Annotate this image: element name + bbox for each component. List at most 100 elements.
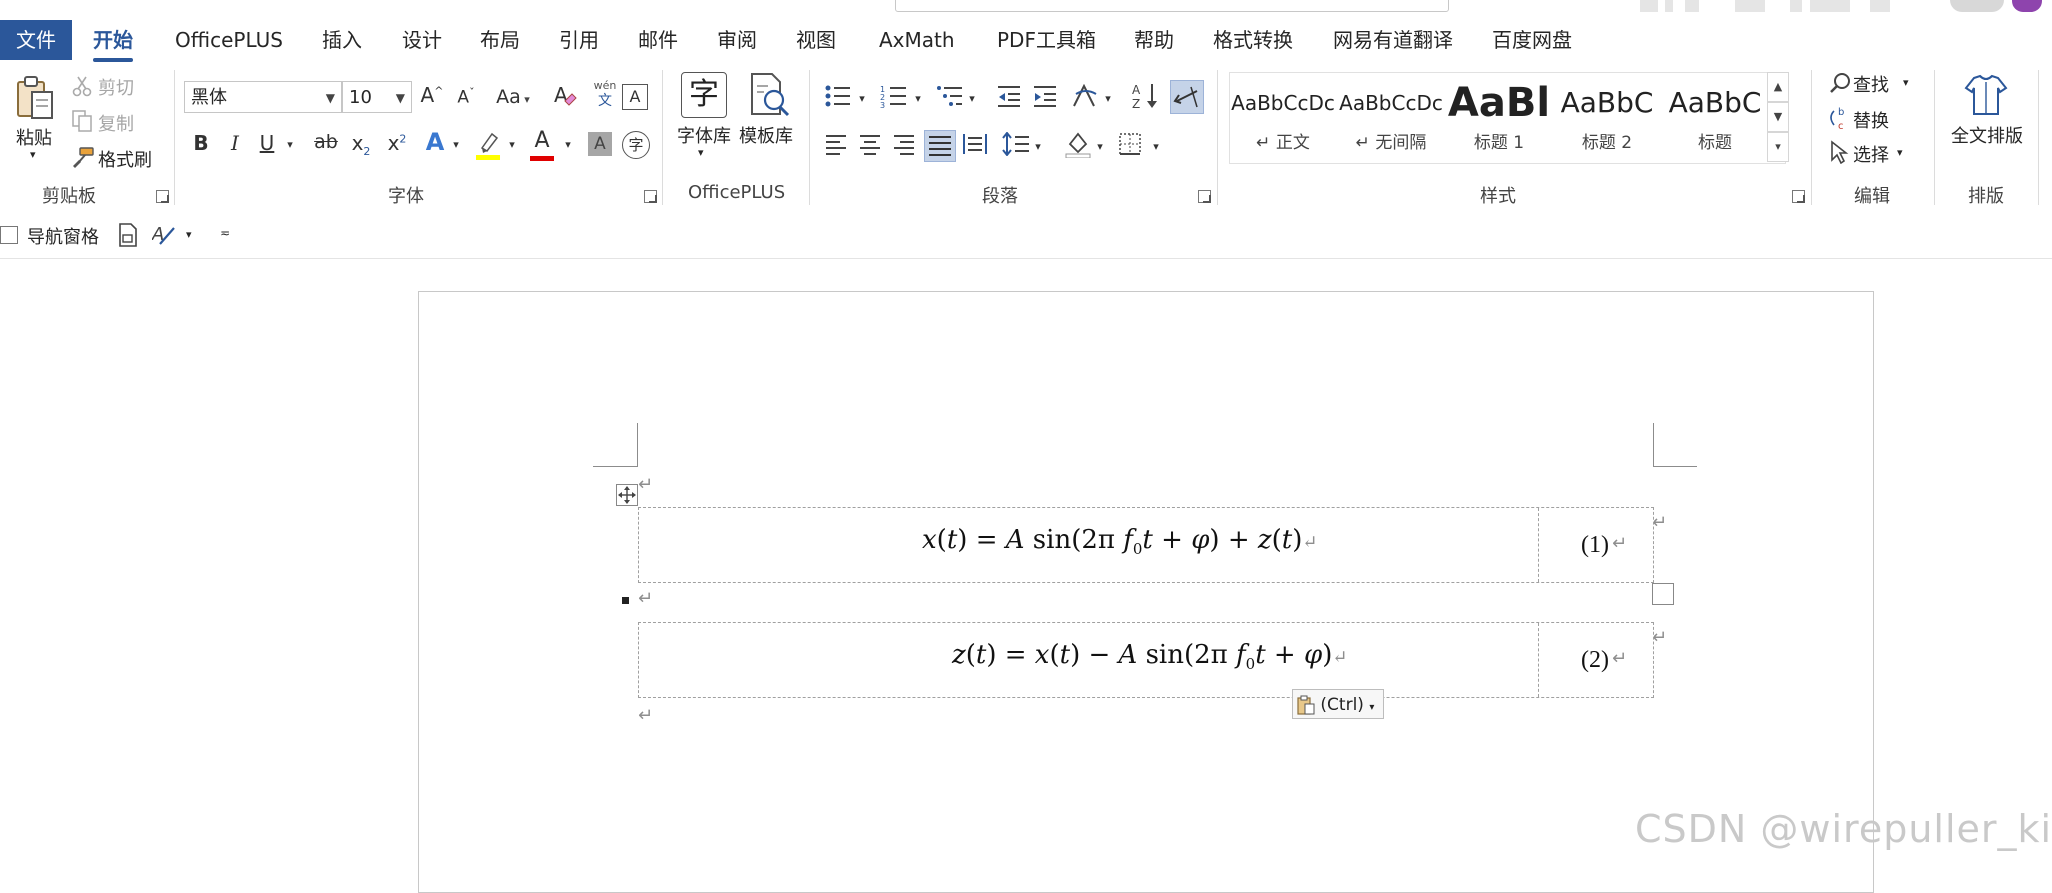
styles-scroll-up-icon[interactable]: ▲: [1767, 72, 1789, 102]
tab-layout[interactable]: 布局: [480, 14, 520, 68]
tab-help[interactable]: 帮助: [1134, 14, 1174, 68]
phonetic-guide-button[interactable]: wén 文: [590, 80, 620, 110]
grow-font-button[interactable]: A^: [418, 83, 446, 107]
style-heading-1[interactable]: AaBl 标题 1: [1446, 73, 1552, 163]
equation-2[interactable]: z(t) = x(t) − A sin(2π f0t + φ)↵: [952, 640, 1347, 673]
format-painter-button[interactable]: 格式刷: [98, 146, 152, 172]
paste-icon[interactable]: [14, 74, 56, 126]
template-library-icon[interactable]: [746, 72, 792, 122]
styles-dialog-launcher-icon[interactable]: [1792, 190, 1805, 203]
tab-axmath[interactable]: AxMath: [879, 14, 955, 68]
font-library-dropdown-icon[interactable]: ▾: [698, 146, 704, 159]
shading-icon[interactable]: [1064, 130, 1092, 162]
borders-dropdown-icon[interactable]: ▾: [1150, 140, 1162, 153]
tab-mailings[interactable]: 邮件: [638, 14, 678, 68]
strikethrough-button[interactable]: ab: [313, 131, 339, 153]
replace-button[interactable]: 替换: [1853, 107, 1889, 133]
account-area[interactable]: [1950, 0, 2004, 12]
bullets-icon[interactable]: [824, 84, 852, 112]
superscript-button[interactable]: x2: [384, 131, 410, 155]
change-case-button[interactable]: Aa ▾: [492, 86, 534, 108]
font-color-button[interactable]: A: [528, 128, 556, 161]
justify-icon[interactable]: [924, 130, 956, 162]
decrease-indent-icon[interactable]: [996, 84, 1022, 112]
customize-toolbar-icon[interactable]: ≂: [220, 226, 230, 240]
shrink-font-button[interactable]: Aˇ: [452, 86, 480, 108]
equation-1[interactable]: x(t) = A sin(2π f0t + φ) + z(t)↵: [922, 525, 1317, 558]
numbering-dropdown-icon[interactable]: ▾: [912, 92, 924, 105]
spelling-dropdown-icon[interactable]: ▾: [186, 228, 192, 241]
font-size-combo[interactable]: 10 ▼: [342, 81, 412, 113]
font-library-icon[interactable]: 字: [681, 72, 727, 118]
select-dropdown-icon[interactable]: ▾: [1897, 146, 1903, 159]
borders-icon[interactable]: [1118, 132, 1142, 160]
clipboard-dialog-launcher-icon[interactable]: [156, 190, 169, 203]
template-library-button[interactable]: 模板库: [739, 122, 793, 148]
style-title[interactable]: AaBbC 标题: [1662, 73, 1768, 163]
chinese-layout-dropdown-icon[interactable]: ▾: [1102, 92, 1114, 105]
tab-home[interactable]: 开始: [93, 14, 133, 68]
increase-indent-icon[interactable]: [1032, 84, 1058, 112]
font-name-combo[interactable]: 黑体 ▼: [184, 81, 342, 113]
multilevel-dropdown-icon[interactable]: ▾: [966, 92, 978, 105]
tab-officeplus[interactable]: OfficePLUS: [175, 14, 283, 68]
character-shading-button[interactable]: A: [588, 132, 612, 156]
font-color-dropdown-icon[interactable]: ▾: [562, 138, 574, 151]
tab-references[interactable]: 引用: [559, 14, 599, 68]
align-center-icon[interactable]: [858, 132, 882, 160]
tab-insert[interactable]: 插入: [322, 14, 362, 68]
subscript-button[interactable]: x2: [348, 131, 374, 158]
copy-button[interactable]: 复制: [98, 110, 134, 136]
tab-design[interactable]: 设计: [402, 14, 442, 68]
text-effects-dropdown-icon[interactable]: ▾: [450, 138, 462, 151]
paste-dropdown-icon[interactable]: ▾: [30, 148, 36, 161]
full-layout-icon[interactable]: [1964, 74, 2008, 120]
character-border-button[interactable]: A: [622, 84, 648, 110]
equation-table-1[interactable]: x(t) = A sin(2π f0t + φ) + z(t)↵ (1) ↵: [638, 507, 1654, 583]
tab-youdao-translate[interactable]: 网易有道翻译: [1333, 14, 1453, 68]
sort-icon[interactable]: AZ: [1132, 82, 1160, 114]
font-dialog-launcher-icon[interactable]: [644, 190, 657, 203]
line-spacing-dropdown-icon[interactable]: ▾: [1032, 140, 1044, 153]
nav-pane-checkbox[interactable]: [0, 226, 18, 244]
underline-dropdown-icon[interactable]: ▾: [284, 138, 296, 151]
style-no-spacing[interactable]: AaBbCcDc ↵ 无间隔: [1338, 73, 1444, 163]
paste-button[interactable]: 粘贴: [16, 124, 52, 150]
bold-button[interactable]: B: [190, 131, 212, 155]
table-move-handle-icon[interactable]: [616, 484, 638, 506]
underline-button[interactable]: U: [256, 131, 278, 155]
styles-more-icon[interactable]: ▾: [1767, 132, 1789, 162]
shading-dropdown-icon[interactable]: ▾: [1094, 140, 1106, 153]
tab-pdf-tools[interactable]: PDF工具箱: [997, 14, 1096, 68]
find-dropdown-icon[interactable]: ▾: [1903, 76, 1909, 89]
select-button[interactable]: 选择: [1853, 141, 1889, 167]
paragraph-dialog-launcher-icon[interactable]: [1198, 190, 1211, 203]
paste-options-button[interactable]: (Ctrl) ▾: [1292, 689, 1384, 719]
bullets-dropdown-icon[interactable]: ▾: [856, 92, 868, 105]
align-left-icon[interactable]: [824, 132, 848, 160]
tab-baidu-netdisk[interactable]: 百度网盘: [1492, 14, 1572, 68]
italic-button[interactable]: I: [224, 131, 246, 155]
font-library-button[interactable]: 字体库: [677, 122, 731, 148]
multilevel-list-icon[interactable]: [936, 84, 964, 112]
spelling-check-icon[interactable]: A: [151, 222, 180, 252]
highlight-color-icon[interactable]: [474, 130, 502, 164]
title-search-box[interactable]: [895, 0, 1449, 12]
tab-file[interactable]: 文件: [0, 20, 72, 60]
clear-formatting-icon[interactable]: A: [552, 82, 578, 114]
chinese-layout-icon[interactable]: [1072, 83, 1100, 112]
tab-review[interactable]: 审阅: [717, 14, 757, 68]
show-paragraph-marks-icon[interactable]: [1170, 80, 1204, 114]
enclose-characters-button[interactable]: 字: [622, 131, 650, 159]
find-button[interactable]: 查找: [1853, 71, 1889, 97]
equation-table-2[interactable]: z(t) = x(t) − A sin(2π f0t + φ)↵ (2) ↵: [638, 622, 1654, 698]
numbering-icon[interactable]: 123: [880, 84, 908, 112]
style-normal[interactable]: AaBbCcDc ↵ 正文: [1230, 73, 1336, 163]
align-right-icon[interactable]: [892, 132, 916, 160]
highlight-dropdown-icon[interactable]: ▾: [506, 138, 518, 151]
styles-scroll-down-icon[interactable]: ▼: [1767, 102, 1789, 132]
text-effects-button[interactable]: A: [422, 128, 448, 156]
style-heading-2[interactable]: AaBbC 标题 2: [1554, 73, 1660, 163]
tab-view[interactable]: 视图: [796, 14, 836, 68]
tab-format-convert[interactable]: 格式转换: [1213, 14, 1293, 68]
